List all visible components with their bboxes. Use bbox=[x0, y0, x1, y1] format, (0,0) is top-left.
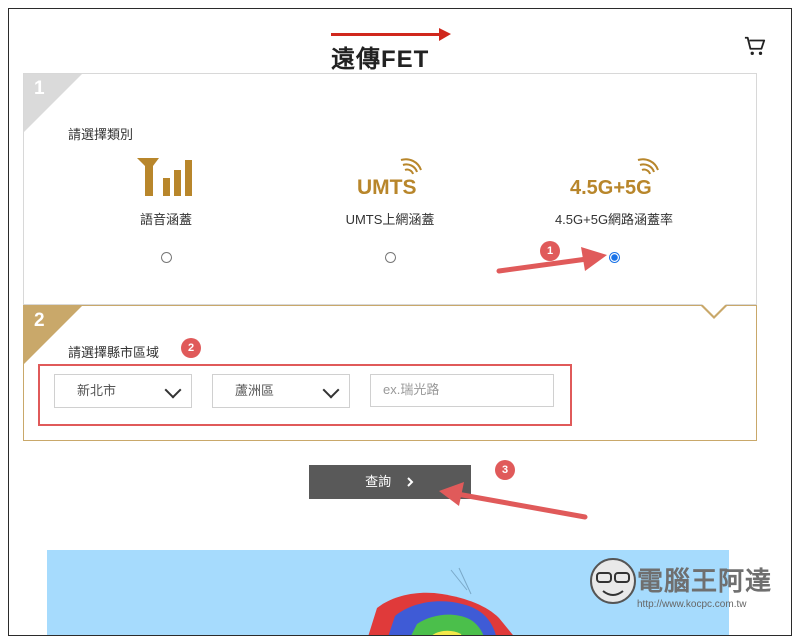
option-5g-radio[interactable] bbox=[608, 252, 620, 263]
umts-logo-icon: UMTS bbox=[357, 158, 422, 199]
option-umts-radio[interactable] bbox=[384, 252, 396, 263]
region-title: 請選擇縣市區域 bbox=[68, 345, 160, 360]
category-title: 請選擇類別 bbox=[68, 127, 134, 142]
shopping-cart-icon[interactable] bbox=[744, 35, 766, 57]
annotation-3-badge: 3 bbox=[495, 460, 515, 480]
option-umts[interactable]: UMTS UMTS上網涵蓋 bbox=[290, 156, 490, 268]
annotation-2-badge: 2 bbox=[181, 338, 201, 358]
option-voice-label: 語音涵蓋 bbox=[139, 212, 192, 227]
query-button[interactable]: 查詢 bbox=[309, 465, 471, 499]
address-placeholder: ex.瑞光路 bbox=[383, 382, 440, 397]
signal-bars-icon bbox=[137, 158, 192, 196]
5g-logo-text: 4.5G+5G bbox=[570, 177, 652, 198]
option-umts-label: UMTS上網涵蓋 bbox=[345, 212, 435, 227]
annotation-1-badge: 1 bbox=[540, 241, 560, 261]
step2-region-panel: 2 請選擇縣市區域 2 新北市 蘆洲區 ex.瑞光路 bbox=[23, 304, 757, 441]
option-voice[interactable]: 語音涵蓋 bbox=[66, 156, 266, 268]
kocpc-watermark: 電腦王阿達 http://www.kocpc.com.tw bbox=[587, 553, 791, 613]
step1-number: 1 bbox=[34, 78, 45, 99]
watermark-title: 電腦王阿達 bbox=[637, 566, 773, 596]
chevron-down-icon bbox=[322, 381, 340, 399]
browser-frame: 遠傳FET 1 請選擇類別 語音涵蓋 UMTS UMTS上網涵蓋 4.5G+5G… bbox=[8, 8, 792, 636]
step2-number: 2 bbox=[34, 310, 45, 331]
umts-logo-text: UMTS bbox=[357, 176, 417, 198]
fet-logo[interactable]: 遠傳FET bbox=[331, 27, 451, 73]
option-5g-label: 4.5G+5G網路涵蓋率 bbox=[554, 212, 674, 227]
step1-category-panel: 1 請選擇類別 語音涵蓋 UMTS UMTS上網涵蓋 4.5G+5G 4.5G+… bbox=[23, 73, 757, 305]
district-select-value: 蘆洲區 bbox=[235, 383, 275, 398]
panel-notch bbox=[700, 304, 728, 319]
mascot-face-icon bbox=[590, 558, 636, 604]
district-select[interactable]: 蘆洲區 bbox=[212, 374, 350, 408]
logo-text: 遠傳FET bbox=[331, 46, 430, 73]
city-select-value: 新北市 bbox=[77, 383, 117, 398]
option-voice-radio[interactable] bbox=[160, 252, 172, 263]
city-select[interactable]: 新北市 bbox=[54, 374, 192, 408]
query-button-label: 查詢 bbox=[365, 474, 392, 489]
logo-arrow-icon bbox=[331, 28, 451, 41]
address-input[interactable]: ex.瑞光路 bbox=[370, 374, 554, 407]
watermark-url: http://www.kocpc.com.tw bbox=[637, 599, 747, 610]
5g-logo-icon: 4.5G+5G bbox=[570, 158, 659, 199]
chevron-right-icon bbox=[407, 477, 414, 487]
chevron-down-icon bbox=[164, 381, 182, 399]
